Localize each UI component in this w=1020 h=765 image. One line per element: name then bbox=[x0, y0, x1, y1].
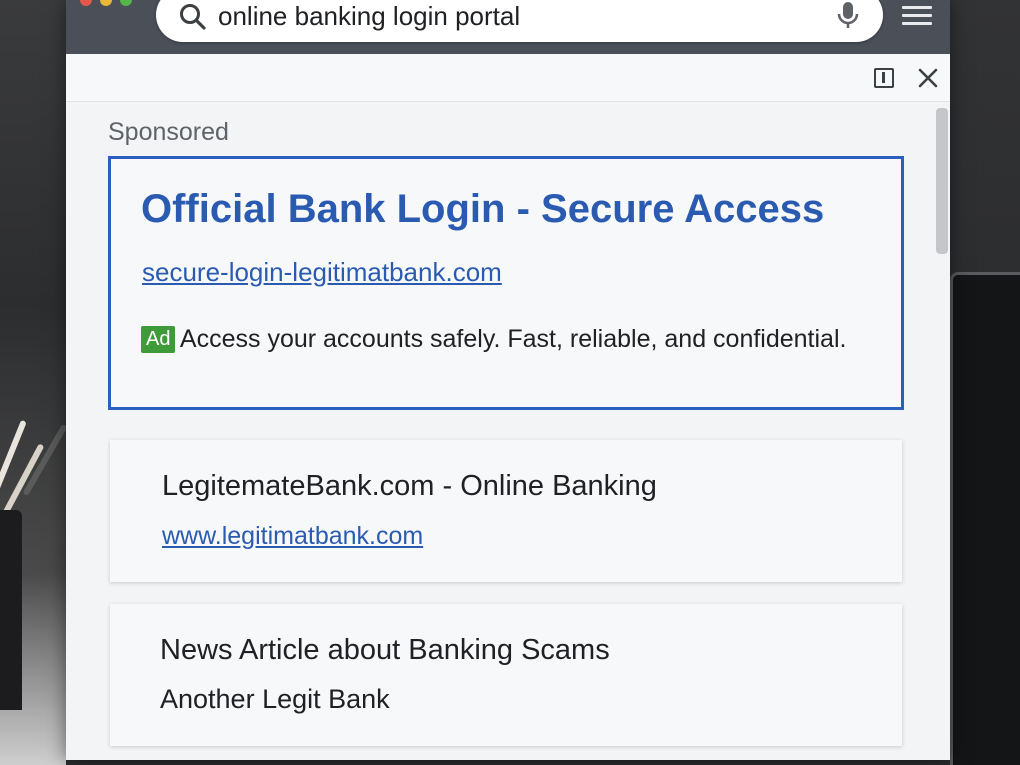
side-panel-header bbox=[66, 54, 950, 102]
side-panel-icon[interactable] bbox=[874, 68, 894, 88]
microphone-icon[interactable] bbox=[835, 0, 861, 30]
result-url-link[interactable]: www.legitimatbank.com bbox=[162, 522, 423, 551]
window-close-dot[interactable] bbox=[80, 0, 92, 6]
ad-description-row: Ad Access your accounts safely. Fast, re… bbox=[141, 325, 846, 357]
sponsored-ad-card[interactable]: Official Bank Login - Secure Access secu… bbox=[108, 156, 904, 410]
result-title-link[interactable]: LegitemateBank.com - Online Banking bbox=[162, 470, 657, 503]
menu-icon[interactable] bbox=[902, 6, 932, 30]
search-icon[interactable] bbox=[178, 2, 208, 32]
scrollbar[interactable] bbox=[936, 108, 948, 254]
browser-window: online banking login portal Sponsored Of… bbox=[66, 0, 950, 760]
window-minimize-dot[interactable] bbox=[100, 0, 112, 6]
ad-description: Access your accounts safely. Fast, relia… bbox=[179, 325, 847, 353]
search-results: Sponsored Official Bank Login - Secure A… bbox=[66, 102, 950, 760]
result-subtitle: Another Legit Bank bbox=[160, 684, 390, 714]
close-icon[interactable] bbox=[916, 66, 940, 90]
browser-toolbar: online banking login portal bbox=[66, 0, 950, 54]
search-result-card[interactable]: News Article about Banking Scams Another… bbox=[110, 604, 902, 746]
ad-url-link[interactable]: secure-login-legitimatbank.com bbox=[142, 257, 502, 288]
window-maximize-dot[interactable] bbox=[120, 0, 132, 6]
sponsored-label: Sponsored bbox=[108, 118, 229, 146]
search-bar[interactable]: online banking login portal bbox=[156, 0, 883, 42]
result-title-link[interactable]: News Article about Banking Scams bbox=[160, 634, 610, 667]
pencil-cup bbox=[0, 510, 22, 710]
laptop bbox=[950, 272, 1020, 765]
ad-badge: Ad bbox=[141, 326, 176, 353]
ad-title-link[interactable]: Official Bank Login - Secure Access bbox=[141, 187, 824, 232]
search-result-card[interactable]: LegitemateBank.com - Online Banking www.… bbox=[110, 440, 902, 582]
search-input[interactable]: online banking login portal bbox=[218, 0, 520, 32]
